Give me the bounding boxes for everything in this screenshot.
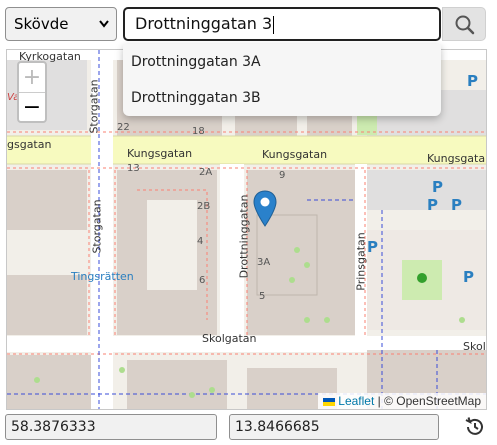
street-label-storgatan-south: Storgatan [90, 199, 104, 254]
city-select-value: Skövde [14, 15, 69, 33]
street-label-kungsgatan-1: Kungsgatan [127, 147, 193, 160]
latitude-field[interactable]: 58.3876333 [5, 414, 217, 440]
house-number: 3A [257, 257, 271, 268]
house-number: 2A [199, 167, 213, 178]
parking-icon: P [427, 196, 438, 214]
search-button[interactable] [442, 7, 486, 41]
street-label-prinsgatan: Prinsgatan [354, 232, 368, 291]
street-label-storgatan: Storgatan [87, 79, 101, 134]
parking-icon: P [451, 196, 462, 214]
place-label-tingsratten: Tingsrätten [71, 270, 134, 283]
leaflet-link[interactable]: Leaflet [338, 394, 374, 408]
osm-link[interactable]: OpenStreetMap [396, 394, 481, 408]
city-select[interactable]: Skövde [5, 7, 117, 41]
latitude-value: 58.3876333 [11, 419, 96, 435]
ukraine-flag-icon [323, 397, 336, 406]
street-label-kungsgatan-2: Kungsgatan [262, 148, 328, 161]
parking-icon: P [463, 268, 474, 286]
search-input-value: Drottninggatan 3 [135, 14, 273, 33]
street-label-skolgatan-1: Skolgatan [202, 332, 257, 345]
zoom-control: + − [17, 61, 47, 123]
longitude-value: 13.8466685 [235, 419, 320, 435]
suggestion-item[interactable]: Drottninggatan 3A [123, 44, 441, 80]
history-icon [465, 417, 483, 435]
street-label-drottninggatan: Drottninggatan [237, 194, 251, 279]
house-number: 5 [259, 291, 266, 302]
map-attribution: Leaflet | © OpenStreetMap [318, 393, 486, 409]
zoom-out-button[interactable]: − [19, 93, 45, 122]
zoom-in-button[interactable]: + [19, 63, 45, 93]
text-caret [273, 15, 275, 34]
house-number: 13 [127, 163, 140, 174]
suggestion-item[interactable]: Drottninggatan 3B [123, 80, 441, 116]
history-button[interactable] [462, 414, 488, 440]
house-number: 4 [197, 236, 204, 247]
house-number: 9 [279, 170, 286, 181]
house-number: 18 [192, 126, 205, 137]
suggestion-list: Drottninggatan 3A Drottninggatan 3B [123, 44, 441, 116]
house-number: 22 [117, 122, 130, 133]
longitude-field[interactable]: 13.8466685 [229, 414, 439, 440]
search-input[interactable]: Drottninggatan 3 [123, 7, 441, 41]
house-number: 6 [199, 275, 206, 286]
attribution-separator: | © [374, 394, 397, 408]
house-number: 2B [197, 201, 211, 212]
search-icon [455, 15, 475, 35]
chevron-down-icon [98, 8, 110, 52]
parking-icon: P [467, 72, 478, 90]
parking-icon: P [432, 178, 443, 196]
parking-icon: P [367, 238, 378, 256]
location-marker-icon [253, 190, 277, 227]
street-label-skolgatan-2: Skol [463, 340, 486, 353]
street-label-kungsgatan-3: Kungsgatan [427, 152, 487, 165]
street-label-gsgatan: gsgatan [7, 138, 52, 151]
